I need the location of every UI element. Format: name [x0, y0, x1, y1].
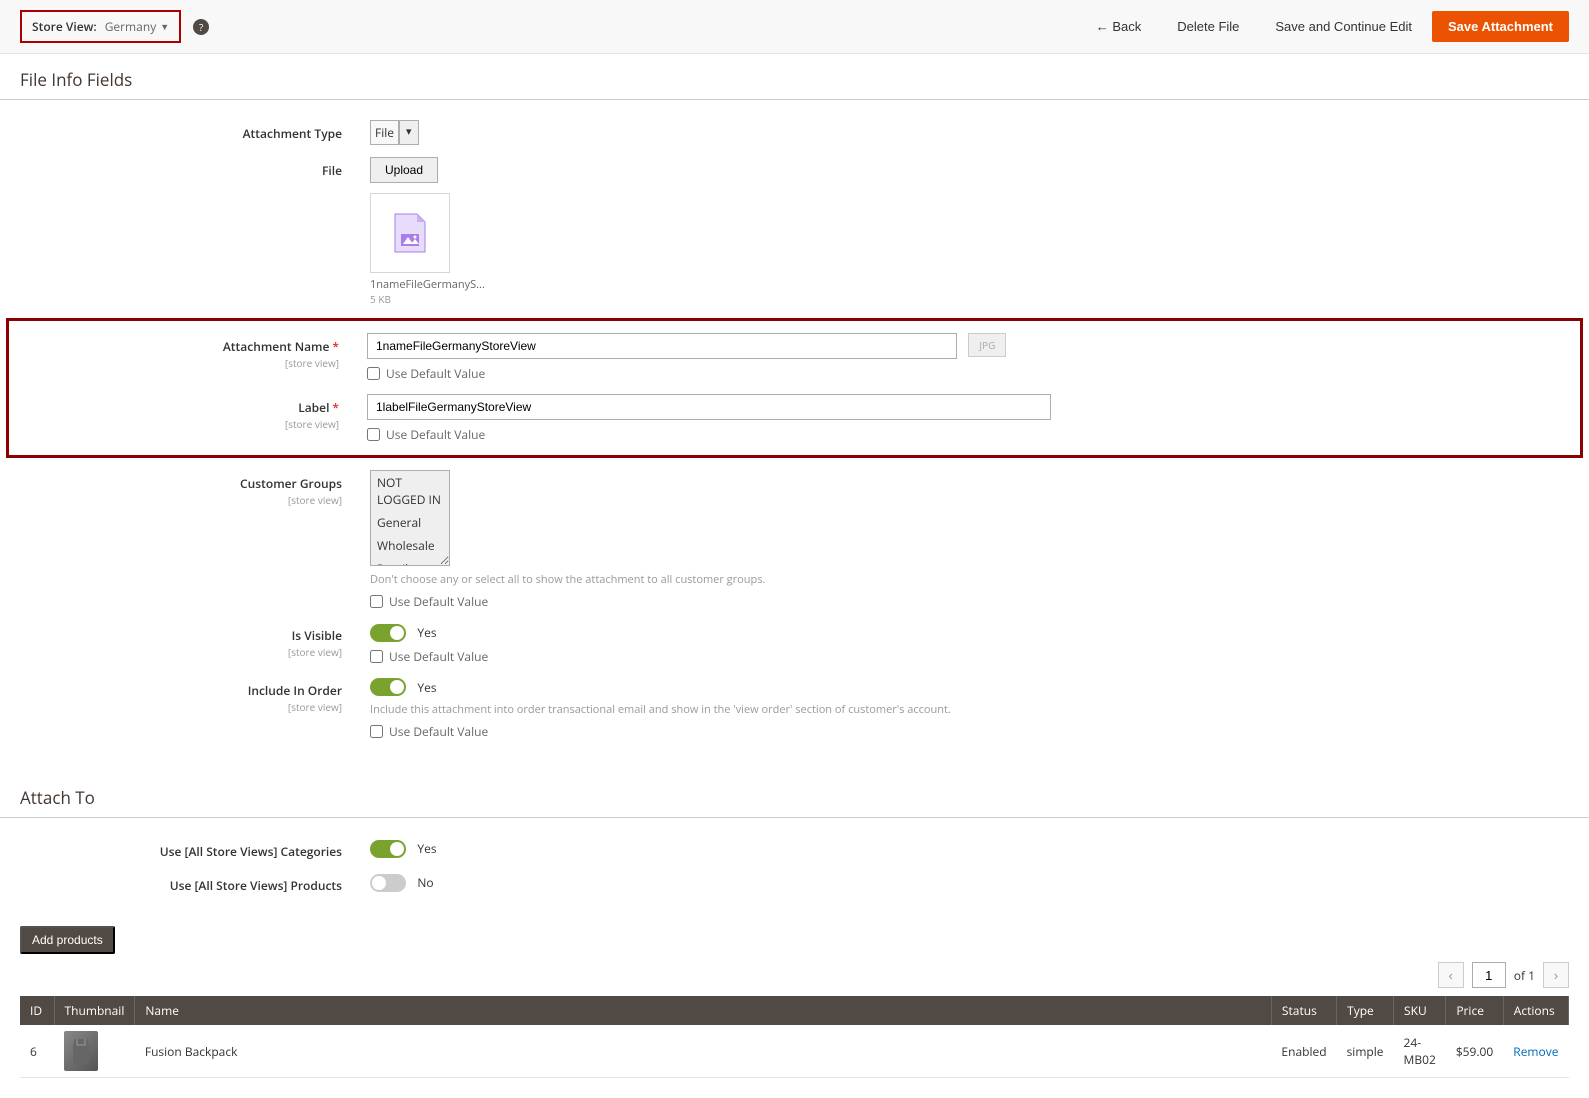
products-grid: ID Thumbnail Name Status Type SKU Price … — [20, 996, 1569, 1078]
store-view-label: Store View: — [32, 18, 97, 35]
list-item[interactable]: Retailer — [371, 557, 449, 566]
col-name[interactable]: Name — [135, 996, 1272, 1025]
cell-price: $59.00 — [1446, 1025, 1503, 1078]
include-in-order-toggle[interactable] — [370, 678, 406, 696]
include-in-order-label: Include In Order — [248, 682, 342, 699]
chevron-down-icon: ▾ — [399, 120, 419, 145]
cell-status: Enabled — [1271, 1025, 1336, 1078]
customer-groups-scope: [store view] — [20, 493, 342, 507]
col-status[interactable]: Status — [1271, 996, 1336, 1025]
customer-groups-label: Customer Groups — [240, 475, 342, 492]
add-products-button[interactable]: Add products — [20, 926, 115, 954]
top-toolbar: Store View: Germany ▼ ? Back Delete File… — [0, 0, 1589, 54]
highlighted-fields: Attachment Name [store view] jpg Use Def… — [6, 318, 1583, 458]
col-id[interactable]: ID — [20, 996, 54, 1025]
page-of-label: of 1 — [1514, 967, 1535, 984]
use-all-categories-toggle[interactable] — [370, 840, 406, 858]
include-in-order-default-checkbox[interactable] — [370, 725, 383, 738]
use-all-products-toggle[interactable] — [370, 874, 406, 892]
cell-thumbnail — [54, 1025, 135, 1078]
label-field-label: Label — [298, 399, 339, 416]
file-thumbnail[interactable] — [370, 193, 450, 273]
section-attach-to-title: Attach To — [0, 772, 1589, 818]
attachment-name-default-checkbox[interactable] — [367, 367, 380, 380]
use-default-label: Use Default Value — [386, 365, 485, 382]
include-in-order-hint: Include this attachment into order trans… — [370, 702, 1090, 717]
cell-sku: 24-MB02 — [1394, 1025, 1446, 1078]
use-all-categories-label: Use [All Store Views] Categories — [160, 843, 342, 860]
file-name-text: 1nameFileGermanyS... — [370, 277, 1090, 292]
attachment-name-input[interactable] — [367, 333, 957, 359]
col-sku[interactable]: SKU — [1394, 996, 1446, 1025]
include-in-order-scope: [store view] — [20, 700, 342, 714]
list-item[interactable]: Wholesale — [371, 534, 449, 557]
label-field-scope: [store view] — [17, 417, 339, 431]
save-attachment-button[interactable]: Save Attachment — [1432, 11, 1569, 42]
attachment-type-select[interactable]: File ▾ — [370, 120, 419, 145]
attachment-name-label: Attachment Name — [223, 338, 339, 355]
customer-groups-hint: Don't choose any or select all to show t… — [370, 572, 1090, 587]
label-default-checkbox[interactable] — [367, 428, 380, 441]
section-file-info-title: File Info Fields — [0, 54, 1589, 100]
customer-groups-default-checkbox[interactable] — [370, 595, 383, 608]
file-label: File — [322, 162, 342, 179]
store-view-value[interactable]: Germany ▼ — [105, 18, 169, 35]
save-continue-button[interactable]: Save and Continue Edit — [1259, 11, 1428, 42]
cell-id: 6 — [20, 1025, 54, 1078]
store-view-switcher[interactable]: Store View: Germany ▼ — [20, 10, 181, 43]
include-in-order-value: Yes — [417, 679, 436, 696]
prev-page-button[interactable]: ‹ — [1438, 962, 1464, 988]
file-extension-badge: jpg — [968, 333, 1006, 357]
is-visible-scope: [store view] — [20, 645, 342, 659]
label-input[interactable] — [367, 394, 1051, 420]
use-default-label: Use Default Value — [386, 426, 485, 443]
page-number-input[interactable] — [1472, 962, 1506, 988]
is-visible-default-checkbox[interactable] — [370, 650, 383, 663]
attachment-type-label: Attachment Type — [243, 125, 342, 142]
cell-type: simple — [1337, 1025, 1394, 1078]
attachment-name-scope: [store view] — [17, 356, 339, 370]
list-item[interactable]: NOT LOGGED IN — [371, 471, 449, 511]
remove-link[interactable]: Remove — [1513, 1043, 1558, 1060]
action-buttons: Back Delete File Save and Continue Edit … — [1080, 11, 1569, 42]
help-icon[interactable]: ? — [193, 19, 209, 35]
use-all-products-label: Use [All Store Views] Products — [170, 877, 342, 894]
next-page-button[interactable]: › — [1543, 962, 1569, 988]
chevron-down-icon: ▼ — [160, 20, 169, 33]
use-default-label: Use Default Value — [389, 648, 488, 665]
col-thumbnail[interactable]: Thumbnail — [54, 996, 135, 1025]
use-all-categories-value: Yes — [417, 840, 436, 857]
col-type[interactable]: Type — [1337, 996, 1394, 1025]
table-row: 6 Fusion Backpack Enabled simple 24-MB02… — [20, 1025, 1569, 1078]
is-visible-label: Is Visible — [292, 627, 342, 644]
cell-name: Fusion Backpack — [135, 1025, 1272, 1078]
file-size-text: 5 KB — [370, 292, 1090, 306]
upload-button[interactable]: Upload — [370, 157, 438, 183]
delete-file-button[interactable]: Delete File — [1161, 11, 1255, 42]
file-image-icon — [393, 212, 427, 254]
product-thumbnail — [64, 1031, 98, 1071]
list-item[interactable]: General — [371, 511, 449, 534]
is-visible-toggle[interactable] — [370, 624, 406, 642]
use-all-products-value: No — [417, 874, 433, 891]
use-default-label: Use Default Value — [389, 593, 488, 610]
col-price[interactable]: Price — [1446, 996, 1503, 1025]
is-visible-value: Yes — [417, 624, 436, 641]
use-default-label: Use Default Value — [389, 723, 488, 740]
back-button[interactable]: Back — [1080, 11, 1158, 42]
pagination: ‹ of 1 › — [0, 954, 1589, 996]
customer-groups-select[interactable]: NOT LOGGED IN General Wholesale Retailer — [370, 470, 450, 566]
col-actions[interactable]: Actions — [1503, 996, 1568, 1025]
